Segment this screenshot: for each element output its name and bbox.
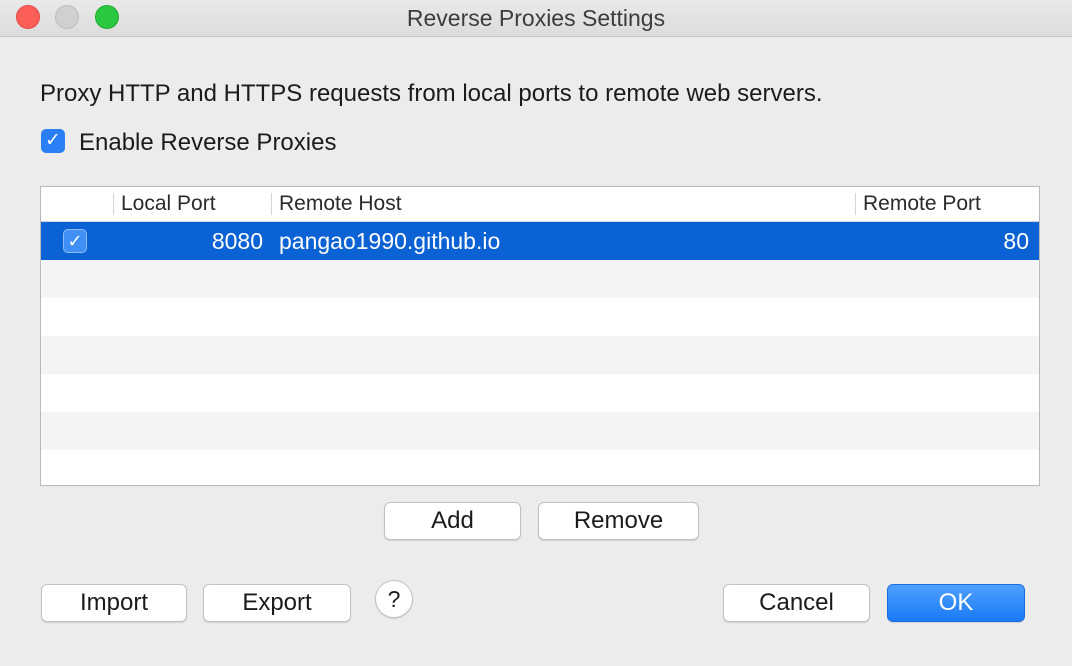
enable-reverse-proxies-row[interactable]: ✓ Enable Reverse Proxies [41,129,336,157]
export-button[interactable]: Export [203,584,351,622]
column-divider [113,193,114,215]
import-button[interactable]: Import [41,584,187,622]
window-title: Reverse Proxies Settings [406,5,666,31]
column-header-remote-host[interactable]: Remote Host [279,187,402,221]
remove-button[interactable]: Remove [538,502,699,540]
column-header-local-port[interactable]: Local Port [121,187,216,221]
cancel-button[interactable]: Cancel [723,584,870,622]
proxies-table: Local Port Remote Host Remote Port ✓ 808… [40,186,1040,486]
empty-table-row [41,412,1039,450]
table-row[interactable]: ✓ 8080 pangao1990.github.io 80 [41,222,1039,260]
table-header: Local Port Remote Host Remote Port [41,187,1039,222]
add-button[interactable]: Add [384,502,521,540]
row-enabled-checkbox[interactable]: ✓ [63,229,87,253]
enable-reverse-proxies-label[interactable]: Enable Reverse Proxies [79,129,336,157]
column-divider [855,193,856,215]
empty-table-row [41,336,1039,374]
column-divider [271,193,272,215]
title-bar: Reverse Proxies Settings [0,0,1072,37]
empty-table-row [41,298,1039,336]
remote-port-cell: 80 [1003,228,1029,254]
column-header-enabled[interactable] [41,187,113,221]
description-text: Proxy HTTP and HTTPS requests from local… [40,80,823,107]
empty-table-row [41,260,1039,298]
help-button[interactable]: ? [375,580,413,618]
remote-host-cell: pangao1990.github.io [279,228,501,254]
local-port-cell: 8080 [211,228,263,254]
empty-table-row [41,450,1039,485]
empty-table-row [41,374,1039,412]
enable-reverse-proxies-checkbox[interactable]: ✓ [41,129,65,153]
ok-button[interactable]: OK [887,584,1025,622]
column-header-remote-port[interactable]: Remote Port [863,187,981,221]
